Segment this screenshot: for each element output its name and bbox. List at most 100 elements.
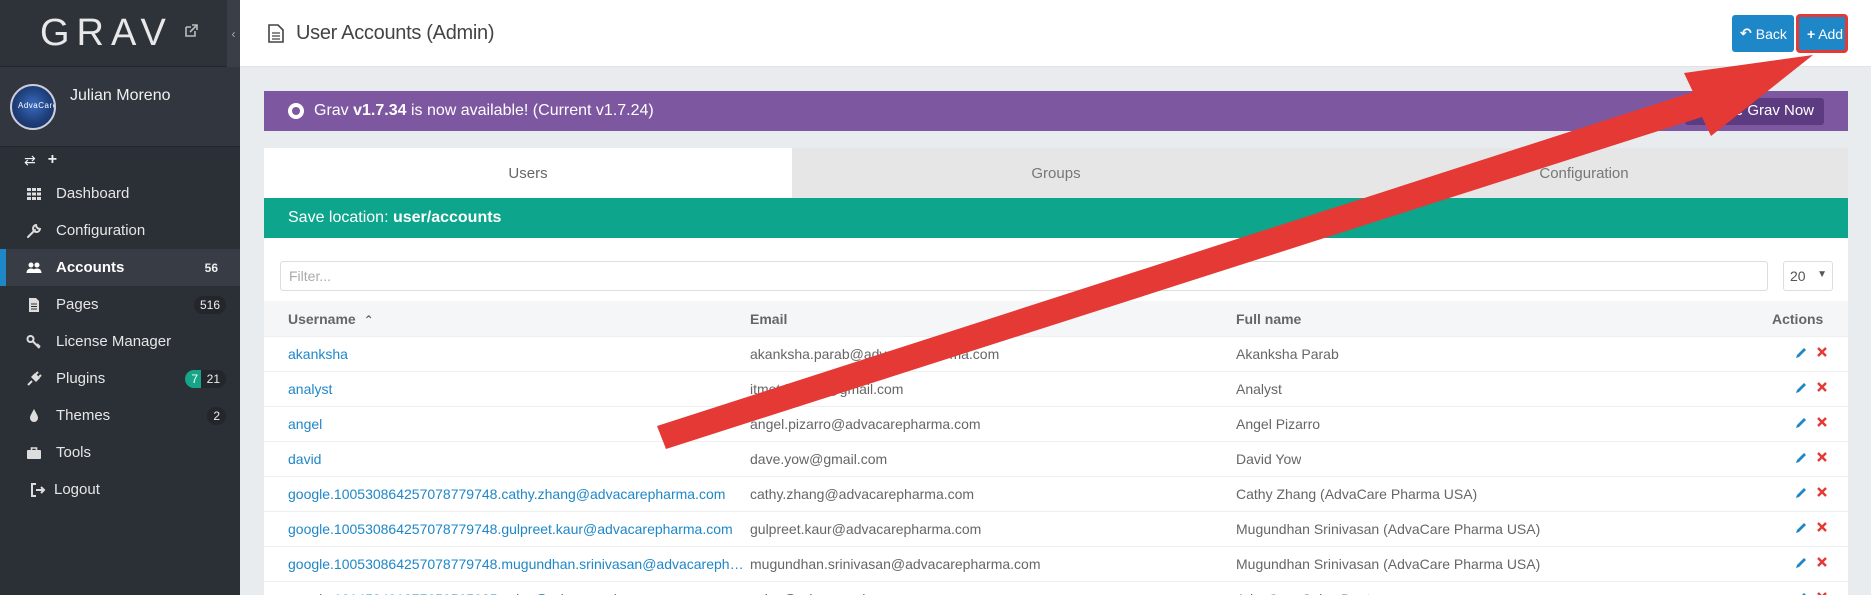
tab-groups[interactable]: Groups <box>792 148 1320 198</box>
table-header: Username ⌃ Email Full name Actions <box>264 301 1848 336</box>
file-text-icon <box>268 24 284 43</box>
plug-icon <box>27 370 42 386</box>
sidebar-item-logout[interactable]: Logout <box>0 471 240 508</box>
username-link[interactable]: akanksha <box>288 346 748 362</box>
plus-icon[interactable]: + <box>48 151 57 169</box>
account-tabs: Users Groups Configuration <box>264 148 1848 198</box>
collapse-sidebar-toggle[interactable]: ‹ <box>227 0 240 67</box>
save-location-value: user/accounts <box>392 209 502 226</box>
add-user-button[interactable]: + Add <box>1797 15 1847 52</box>
sidebar-item-label: Dashboard <box>56 185 130 202</box>
top-header: User Accounts (Admin) ↶ Back + Add <box>240 0 1871 67</box>
external-link-icon[interactable] <box>184 24 198 38</box>
column-username[interactable]: Username ⌃ <box>288 311 374 327</box>
fullname-cell: Angel Pizarro <box>1236 416 1321 432</box>
chevron-down-icon: ▼ <box>1817 269 1827 280</box>
column-email[interactable]: Email <box>750 311 787 327</box>
user-name: Julian Moreno <box>70 86 171 104</box>
fullname-cell: Analyst <box>1236 381 1282 397</box>
fullname-cell: Mugundhan Srinivasan (AdvaCare Pharma US… <box>1236 521 1541 537</box>
grav-logo[interactable]: GRAV <box>40 12 173 55</box>
sidebar-item-dashboard[interactable]: Dashboard <box>0 175 240 212</box>
pencil-icon[interactable] <box>1794 486 1808 500</box>
email-cell: mugundhan.srinivasan@advacarepharma.com <box>750 556 1041 572</box>
email-cell: sales@advacarepharma.com <box>750 591 932 595</box>
count-badge: 2 <box>207 406 226 425</box>
delete-x-icon[interactable] <box>1816 521 1828 533</box>
notice-version: v1.7.34 <box>353 102 407 119</box>
delete-x-icon[interactable] <box>1816 486 1828 498</box>
sort-asc-icon: ⌃ <box>363 313 374 327</box>
refresh-icon[interactable]: ⇄ <box>24 152 36 169</box>
table-row: google.100530864257078779748.mugundhan.s… <box>264 546 1848 581</box>
fullname-cell: David Yow <box>1236 451 1302 467</box>
count-badge: 516 <box>193 295 226 314</box>
update-notice: Grav v1.7.34 is now available! (Current … <box>264 91 1848 131</box>
count-badge: 21 <box>200 369 226 388</box>
tachometer-icon <box>288 103 304 119</box>
email-cell: cathy.zhang@advacarepharma.com <box>750 486 975 502</box>
email-cell: akanksha.parab@advacarepharma.com <box>750 346 1000 362</box>
username-link[interactable]: david <box>288 451 748 467</box>
wrench-icon <box>27 223 42 238</box>
quick-actions: ⇄ + <box>0 147 240 173</box>
update-grav-button[interactable]: Update Grav Now <box>1684 98 1824 125</box>
fullname-cell: Akanksha Parab <box>1236 346 1339 362</box>
email-cell: dave.yow@gmail.com <box>750 451 888 467</box>
pencil-icon[interactable] <box>1794 346 1808 360</box>
key-icon <box>26 334 41 349</box>
sidebar: GRAV ‹ AdvaCare Julian Moreno ⇄ + Dashbo… <box>0 0 240 595</box>
sidebar-item-accounts[interactable]: Accounts 56 <box>0 249 240 286</box>
fullname-cell: Mugundhan Srinivasan (AdvaCare Pharma US… <box>1236 556 1541 572</box>
sidebar-item-label: Accounts <box>56 259 125 276</box>
fullname-cell: Cathy Zhang (AdvaCare Pharma USA) <box>1236 486 1478 502</box>
pencil-icon[interactable] <box>1794 591 1808 595</box>
table-row: google.101453491377650565935.sales@advac… <box>264 581 1848 595</box>
sidebar-item-label: Configuration <box>56 222 146 239</box>
username-link[interactable]: google.101453491377650565935.sales@advac… <box>288 591 748 595</box>
delete-x-icon[interactable] <box>1816 591 1828 595</box>
fullname-cell: AdvaCare Sales Dept <box>1236 591 1371 595</box>
chevron-left-icon: ‹ <box>231 26 236 41</box>
username-link[interactable]: google.100530864257078779748.gulpreet.ka… <box>288 521 748 537</box>
file-icon <box>29 297 39 312</box>
grid-icon <box>27 187 41 200</box>
sidebar-item-pages[interactable]: Pages 516 <box>0 286 240 323</box>
sidebar-item-label: License Manager <box>56 333 172 350</box>
per-page-select[interactable]: 20 ▼ <box>1783 261 1833 291</box>
delete-x-icon[interactable] <box>1816 556 1828 568</box>
sign-out-icon <box>31 482 46 497</box>
username-link[interactable]: google.100530864257078779748.cathy.zhang… <box>288 486 748 502</box>
sidebar-item-configuration[interactable]: Configuration <box>0 212 240 249</box>
save-location-label: Save location: <box>288 209 393 226</box>
back-button[interactable]: ↶ Back <box>1732 15 1794 52</box>
pencil-icon[interactable] <box>1794 381 1808 395</box>
username-link[interactable]: analyst <box>288 381 748 397</box>
pencil-icon[interactable] <box>1794 451 1808 465</box>
table-row: david dave.yow@gmail.com David Yow <box>264 441 1848 476</box>
notice-text: is now available! (Current v1.7.24) <box>406 102 654 119</box>
tab-users[interactable]: Users <box>264 148 792 198</box>
filter-input[interactable]: Filter... <box>280 261 1768 291</box>
pencil-icon[interactable] <box>1794 556 1808 570</box>
sidebar-item-plugins[interactable]: Plugins 7 21 <box>0 360 240 397</box>
pencil-icon[interactable] <box>1794 521 1808 535</box>
username-link[interactable]: angel <box>288 416 748 432</box>
delete-x-icon[interactable] <box>1816 381 1828 393</box>
sidebar-item-themes[interactable]: Themes 2 <box>0 397 240 434</box>
column-fullname[interactable]: Full name <box>1236 311 1301 327</box>
users-panel: Filter... 20 ▼ Username ⌃ Email Full nam… <box>264 238 1848 595</box>
users-icon <box>26 262 42 273</box>
sidebar-item-label: Themes <box>56 407 111 424</box>
pencil-icon[interactable] <box>1794 416 1808 430</box>
tab-configuration[interactable]: Configuration <box>1320 148 1848 198</box>
delete-x-icon[interactable] <box>1816 451 1828 463</box>
username-link[interactable]: google.100530864257078779748.mugundhan.s… <box>288 556 748 572</box>
sidebar-item-tools[interactable]: Tools <box>0 434 240 471</box>
delete-x-icon[interactable] <box>1816 346 1828 358</box>
logo-bar: GRAV ‹ <box>0 0 240 67</box>
delete-x-icon[interactable] <box>1816 416 1828 428</box>
email-cell: angel.pizarro@advacarepharma.com <box>750 416 981 432</box>
user-profile[interactable]: AdvaCare Julian Moreno <box>0 67 240 147</box>
sidebar-item-license-manager[interactable]: License Manager <box>0 323 240 360</box>
